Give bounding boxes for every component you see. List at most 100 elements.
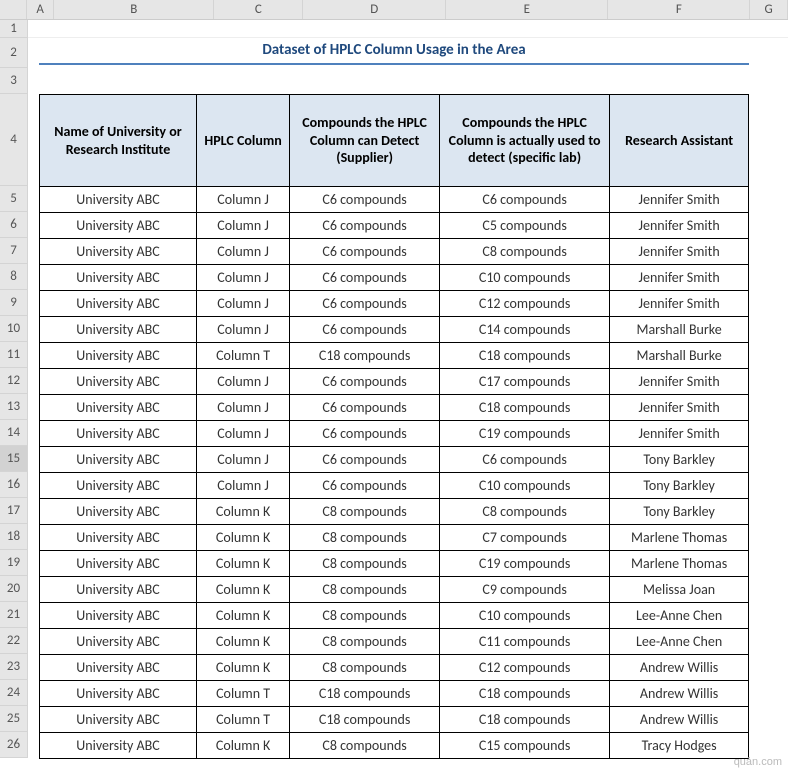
row-header-24[interactable]: 24 [0, 680, 28, 706]
cell[interactable]: C6 compounds [290, 265, 440, 291]
cell[interactable]: University ABC [40, 707, 197, 733]
cell[interactable]: Jennifer Smith [610, 187, 749, 213]
cell[interactable]: C6 compounds [440, 187, 610, 213]
cell[interactable]: Lee-Anne Chen [610, 603, 749, 629]
cell[interactable]: C6 compounds [290, 187, 440, 213]
cell[interactable]: C10 compounds [440, 473, 610, 499]
cell[interactable]: Column K [196, 655, 289, 681]
cell[interactable]: C17 compounds [440, 369, 610, 395]
column-header-G[interactable]: G [750, 0, 788, 19]
column-header-A[interactable]: A [27, 0, 54, 19]
cell[interactable]: Column J [196, 421, 289, 447]
cell[interactable]: Column K [196, 733, 289, 759]
cell[interactable]: University ABC [40, 395, 197, 421]
cell[interactable]: Marshall Burke [610, 343, 749, 369]
cell[interactable]: C9 compounds [440, 577, 610, 603]
cell[interactable]: Column J [196, 317, 289, 343]
cell[interactable]: Column J [196, 239, 289, 265]
cell[interactable]: Andrew Willis [610, 655, 749, 681]
cell[interactable]: C10 compounds [440, 603, 610, 629]
cell[interactable]: Column J [196, 447, 289, 473]
column-header-F[interactable]: F [608, 0, 750, 19]
cell[interactable]: Column J [196, 213, 289, 239]
cell[interactable]: University ABC [40, 681, 197, 707]
cell[interactable]: C6 compounds [290, 447, 440, 473]
cell[interactable]: C18 compounds [290, 681, 440, 707]
row-header-25[interactable]: 25 [0, 706, 28, 732]
cell[interactable]: C18 compounds [440, 343, 610, 369]
cell[interactable]: C7 compounds [440, 525, 610, 551]
cell[interactable]: University ABC [40, 551, 197, 577]
cell[interactable]: C8 compounds [290, 499, 440, 525]
cell[interactable]: Column K [196, 551, 289, 577]
cell[interactable]: University ABC [40, 187, 197, 213]
cell[interactable]: Andrew Willis [610, 707, 749, 733]
cell[interactable]: C18 compounds [290, 707, 440, 733]
select-all-corner[interactable] [0, 0, 27, 19]
cell[interactable]: C12 compounds [440, 291, 610, 317]
row-header-2[interactable]: 2 [0, 38, 28, 68]
row-header-15[interactable]: 15 [0, 446, 28, 472]
row-header-17[interactable]: 17 [0, 498, 28, 524]
cell[interactable]: Column T [196, 343, 289, 369]
cell[interactable]: C8 compounds [290, 655, 440, 681]
cell[interactable]: C8 compounds [290, 551, 440, 577]
cell[interactable]: Jennifer Smith [610, 369, 749, 395]
cell[interactable]: University ABC [40, 369, 197, 395]
row-header-22[interactable]: 22 [0, 628, 28, 654]
header-research-assistant[interactable]: Research Assistant [610, 95, 749, 187]
cell[interactable]: C8 compounds [290, 603, 440, 629]
cell[interactable]: University ABC [40, 603, 197, 629]
row-header-3[interactable]: 3 [0, 68, 28, 94]
cell[interactable]: Tony Barkley [610, 473, 749, 499]
cell[interactable]: C18 compounds [440, 395, 610, 421]
cell[interactable]: C8 compounds [440, 499, 610, 525]
cell[interactable]: University ABC [40, 655, 197, 681]
cell[interactable]: Jennifer Smith [610, 265, 749, 291]
cell[interactable]: Lee-Anne Chen [610, 629, 749, 655]
cell[interactable]: C10 compounds [440, 265, 610, 291]
row-header-19[interactable]: 19 [0, 550, 28, 576]
cell[interactable]: Jennifer Smith [610, 213, 749, 239]
cell[interactable]: Column K [196, 629, 289, 655]
cell[interactable]: C6 compounds [290, 369, 440, 395]
row-header-4[interactable]: 4 [0, 94, 28, 186]
cell[interactable]: Column T [196, 707, 289, 733]
row-header-1[interactable]: 1 [0, 20, 28, 38]
cell[interactable]: Tony Barkley [610, 499, 749, 525]
column-header-C[interactable]: C [214, 0, 303, 19]
cell[interactable]: Jennifer Smith [610, 395, 749, 421]
cell[interactable]: C8 compounds [290, 733, 440, 759]
cell[interactable]: Column J [196, 473, 289, 499]
cell[interactable]: Andrew Willis [610, 681, 749, 707]
cell[interactable]: C5 compounds [440, 213, 610, 239]
cell[interactable]: Column K [196, 577, 289, 603]
header-compounds-lab[interactable]: Compounds the HPLC Column is actually us… [440, 95, 610, 187]
row-header-9[interactable]: 9 [0, 290, 28, 316]
cell[interactable]: University ABC [40, 317, 197, 343]
header-hplc-column[interactable]: HPLC Column [196, 95, 289, 187]
cell[interactable]: Tracy Hodges [610, 733, 749, 759]
row-header-12[interactable]: 12 [0, 368, 28, 394]
cell[interactable]: University ABC [40, 629, 197, 655]
cell[interactable]: C8 compounds [440, 239, 610, 265]
cell[interactable]: C6 compounds [440, 447, 610, 473]
cell[interactable]: Column J [196, 265, 289, 291]
row-header-6[interactable]: 6 [0, 212, 28, 238]
cell[interactable]: Jennifer Smith [610, 291, 749, 317]
cell[interactable]: University ABC [40, 473, 197, 499]
row-header-13[interactable]: 13 [0, 394, 28, 420]
cell[interactable]: C12 compounds [440, 655, 610, 681]
cell[interactable]: Jennifer Smith [610, 421, 749, 447]
row-header-23[interactable]: 23 [0, 654, 28, 680]
cell[interactable]: C18 compounds [440, 707, 610, 733]
cell[interactable]: C6 compounds [290, 421, 440, 447]
cell[interactable]: Column J [196, 291, 289, 317]
cell[interactable]: C6 compounds [290, 213, 440, 239]
cell[interactable]: Tony Barkley [610, 447, 749, 473]
cell[interactable]: Marshall Burke [610, 317, 749, 343]
header-university[interactable]: Name of University or Research Institute [40, 95, 197, 187]
row-header-10[interactable]: 10 [0, 316, 28, 342]
row-header-20[interactable]: 20 [0, 576, 28, 602]
cell[interactable]: University ABC [40, 577, 197, 603]
